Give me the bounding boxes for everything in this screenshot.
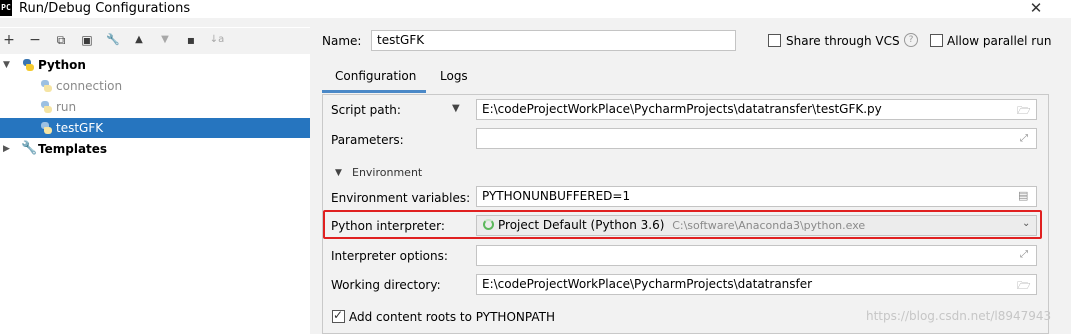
tree-item-testgfk[interactable]: testGFK xyxy=(0,118,310,138)
collapse-arrow-icon[interactable]: ▼ xyxy=(335,165,342,181)
parameters-label: Parameters: xyxy=(331,133,404,147)
watermark-text: https://blog.csdn.net/l8947943 xyxy=(866,309,1052,323)
share-vcs-checkbox[interactable] xyxy=(768,34,781,47)
tree-group-label: Python xyxy=(38,58,86,72)
tree-toolbar: + − ⧉ ▣ 🔧 ▲ ▼ ▪ ↓a xyxy=(0,28,310,54)
tree-group-python[interactable]: ▼ Python xyxy=(0,55,310,75)
python-file-icon xyxy=(40,80,52,92)
interpreter-options-label: Interpreter options: xyxy=(331,249,448,263)
save-icon[interactable]: ▣ xyxy=(78,31,96,49)
browse-folder-icon[interactable]: 🗁 xyxy=(1017,277,1031,296)
tree-group-templates[interactable]: ▶ 🔧 Templates xyxy=(0,139,310,159)
folder-icon[interactable]: ▪ xyxy=(182,31,200,49)
collapsed-arrow-icon[interactable]: ▶ xyxy=(3,139,10,159)
add-content-roots-checkbox[interactable] xyxy=(332,308,345,323)
add-content-roots-label: Add content roots to PYTHONPATH xyxy=(349,310,555,324)
expand-icon[interactable]: ⤢ xyxy=(1020,133,1028,144)
sort-icon[interactable]: ↓a xyxy=(208,31,226,49)
python-icon xyxy=(22,59,34,71)
script-path-input[interactable]: E:\codeProjectWorkPlace\PycharmProjects\… xyxy=(476,99,1037,120)
allow-parallel-checkbox[interactable] xyxy=(930,34,943,47)
pycharm-app-icon: PC xyxy=(0,0,12,16)
tree-item-run[interactable]: run xyxy=(0,97,310,117)
move-down-icon[interactable]: ▼ xyxy=(156,31,174,49)
move-up-icon[interactable]: ▲ xyxy=(130,31,148,49)
allow-parallel-label: Allow parallel run xyxy=(947,34,1052,48)
browse-folder-icon[interactable]: 🗁 xyxy=(1017,102,1031,121)
env-vars-input[interactable]: PYTHONUNBUFFERED=1 xyxy=(476,186,1037,207)
close-icon[interactable]: ✕ xyxy=(1026,0,1046,17)
title-bar: PC Run/Debug Configurations ✕ xyxy=(0,0,1071,18)
tree-group-label: Templates xyxy=(38,142,108,156)
add-icon[interactable]: + xyxy=(0,31,18,49)
share-vcs-label: Share through VCS xyxy=(786,34,900,48)
env-vars-label: Environment variables: xyxy=(331,191,471,205)
script-type-dropdown-icon[interactable]: ▼ xyxy=(452,101,460,117)
name-input[interactable]: testGFK xyxy=(371,30,736,51)
tab-logs[interactable]: Logs xyxy=(440,67,468,85)
edit-wrench-icon[interactable]: 🔧 xyxy=(104,31,122,49)
active-tab-indicator xyxy=(322,90,426,93)
tab-configuration[interactable]: Configuration xyxy=(335,67,416,85)
help-icon[interactable]: ? xyxy=(904,33,918,47)
window-title: Run/Debug Configurations xyxy=(19,1,191,16)
python-file-icon xyxy=(40,122,52,134)
tree-item-connection[interactable]: connection xyxy=(0,76,310,96)
expanded-arrow-icon[interactable]: ▼ xyxy=(3,55,10,75)
script-path-label: Script path: xyxy=(331,103,401,117)
python-file-icon xyxy=(40,101,52,113)
tree-item-label: connection xyxy=(56,79,123,93)
remove-icon[interactable]: − xyxy=(26,31,44,49)
highlight-annotation-box xyxy=(323,210,1042,239)
edit-env-vars-icon[interactable]: ▤ xyxy=(1018,189,1028,202)
parameters-input[interactable] xyxy=(476,128,1037,149)
wrench-icon: 🔧 xyxy=(21,141,38,156)
working-dir-label: Working directory: xyxy=(331,278,441,292)
tree-item-label: testGFK xyxy=(56,121,104,135)
name-label: Name: xyxy=(322,34,362,48)
expand-icon[interactable]: ⤢ xyxy=(1020,249,1028,260)
working-dir-input[interactable]: E:\codeProjectWorkPlace\PycharmProjects\… xyxy=(476,274,1037,295)
copy-icon[interactable]: ⧉ xyxy=(52,31,70,49)
tree-item-label: run xyxy=(56,100,77,114)
interpreter-options-input[interactable] xyxy=(476,245,1037,266)
environment-section-title: Environment xyxy=(352,166,423,179)
